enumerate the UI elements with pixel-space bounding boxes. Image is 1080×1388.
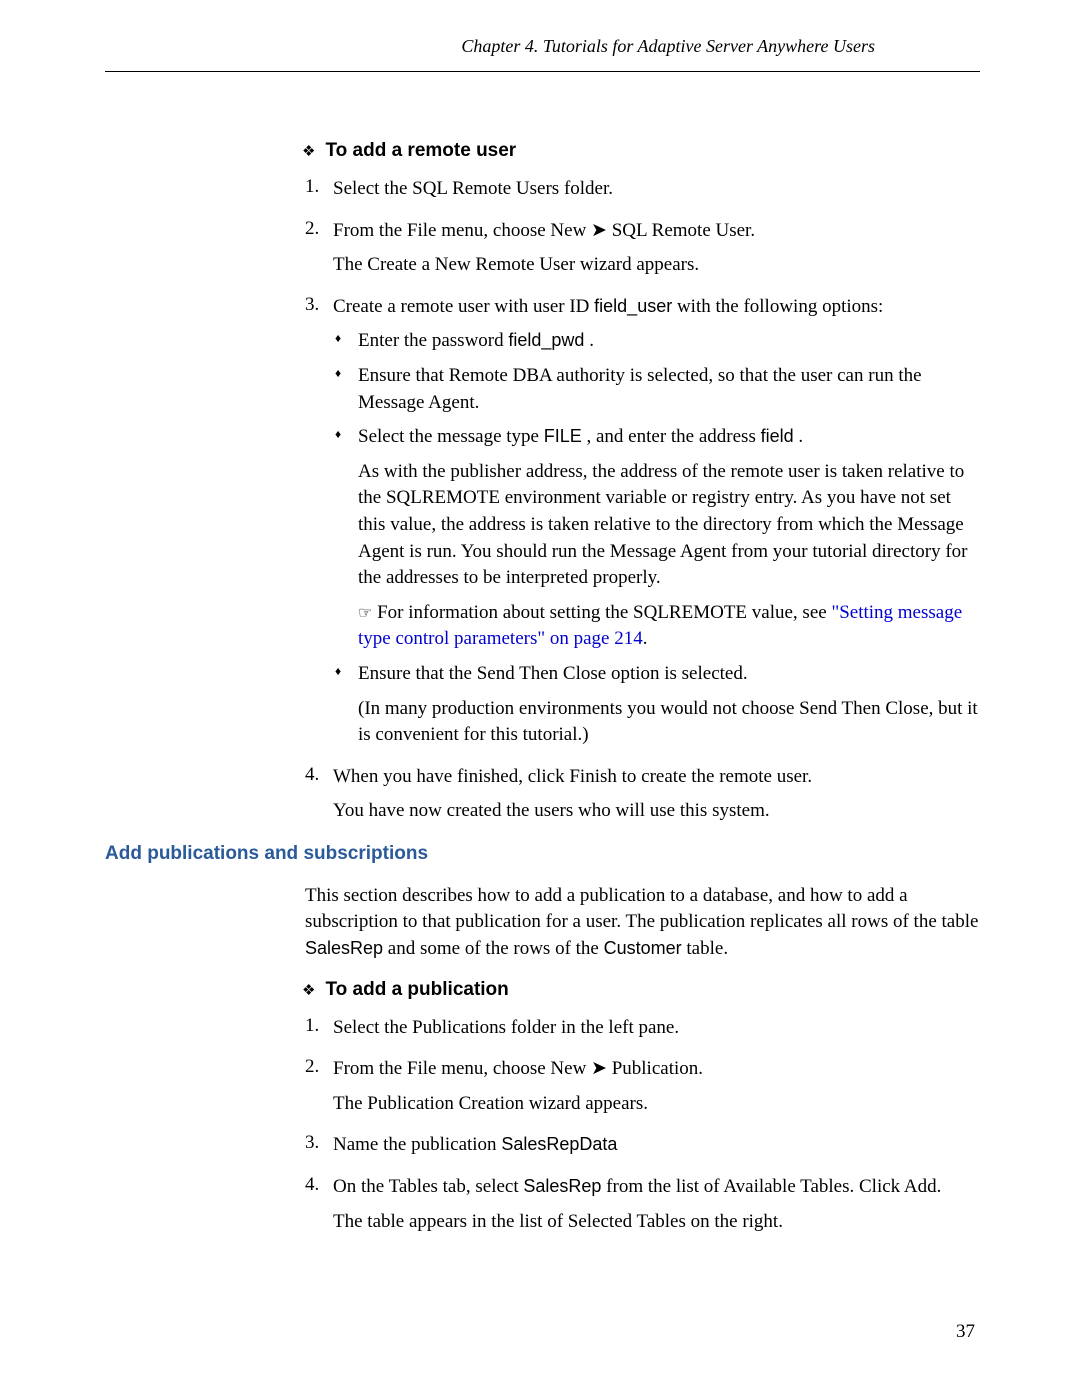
bullet-text: Ensure that the Send Then Close option i… bbox=[358, 661, 980, 688]
code-text: ﬁeld bbox=[761, 426, 794, 446]
list-text: From the File menu, choose New ➤ Publica… bbox=[333, 1056, 980, 1083]
text-span: and some of the rows of the bbox=[383, 938, 604, 959]
list-text: Select the Publications folder in the le… bbox=[333, 1015, 980, 1042]
code-text: Customer bbox=[604, 938, 682, 958]
diamond-bullet-icon: ♦ bbox=[335, 331, 341, 346]
list-subtext: The table appears in the list of Selecte… bbox=[333, 1209, 980, 1236]
ordered-list-2: 1. Select the Publications folder in the… bbox=[305, 1015, 980, 1236]
bullet-text: Enter the password ﬁeld_pwd . bbox=[358, 328, 980, 355]
text-span: Name the publication bbox=[333, 1134, 501, 1155]
list-subtext: The Publication Creation wizard appears. bbox=[333, 1091, 980, 1118]
text-span: . bbox=[584, 330, 594, 351]
code-text: FILE bbox=[544, 426, 582, 446]
page-number: 37 bbox=[956, 1321, 975, 1343]
bullet-item: ♦ Select the message type FILE , and ent… bbox=[358, 424, 980, 653]
list-number: 1. bbox=[305, 176, 319, 198]
diamond-icon: ❖ bbox=[302, 981, 315, 999]
text-span: Enter the password bbox=[358, 330, 508, 351]
text-span: , and enter the address bbox=[582, 426, 761, 447]
sub-bullet-list: ♦ Enter the password ﬁeld_pwd . ♦ Ensure… bbox=[333, 328, 980, 748]
section-title-1: ❖ To add a remote user bbox=[302, 140, 980, 162]
list-text: Select the SQL Remote Users folder. bbox=[333, 176, 980, 203]
bullet-item: ♦ Ensure that the Send Then Close option… bbox=[358, 661, 980, 749]
page-header: Chapter 4. Tutorials for Adaptive Server… bbox=[105, 0, 980, 72]
diamond-icon: ❖ bbox=[302, 142, 315, 160]
code-text: SalesRep bbox=[523, 1176, 601, 1196]
subsection-heading: Add publications and subscriptions bbox=[105, 843, 980, 865]
list-number: 1. bbox=[305, 1015, 319, 1037]
list-subtext: The Create a New Remote User wizard appe… bbox=[333, 252, 980, 279]
info-line: ☞ For information about setting the SQLR… bbox=[358, 600, 980, 653]
list-item: 3. Name the publication SalesRepData bbox=[333, 1132, 980, 1159]
list-number: 2. bbox=[305, 1056, 319, 1078]
text-span: . bbox=[643, 628, 648, 649]
list-item: 1. Select the Publications folder in the… bbox=[333, 1015, 980, 1042]
text-span: table. bbox=[682, 938, 728, 959]
list-text: From the File menu, choose New ➤ SQL Rem… bbox=[333, 218, 980, 245]
list-item: 3. Create a remote user with user ID ﬁel… bbox=[333, 294, 980, 749]
list-number: 4. bbox=[305, 1174, 319, 1196]
list-text: On the Tables tab, select SalesRep from … bbox=[333, 1174, 980, 1201]
list-text: Name the publication SalesRepData bbox=[333, 1132, 980, 1159]
list-number: 3. bbox=[305, 1132, 319, 1154]
list-text: When you have finished, click Finish to … bbox=[333, 764, 980, 791]
bullet-paragraph: (In many production environments you wou… bbox=[358, 696, 980, 749]
list-subtext: You have now created the users who will … bbox=[333, 798, 980, 825]
code-text: SalesRepData bbox=[501, 1134, 617, 1154]
code-text: ﬁeld_user bbox=[594, 296, 672, 316]
list-number: 4. bbox=[305, 764, 319, 786]
text-span: This section describes how to add a publ… bbox=[305, 885, 978, 933]
list-item: 4. On the Tables tab, select SalesRep fr… bbox=[333, 1174, 980, 1235]
ordered-list-1: 1. Select the SQL Remote Users folder. 2… bbox=[305, 176, 980, 825]
text-span: On the Tables tab, select bbox=[333, 1176, 523, 1197]
code-text: ﬁeld_pwd bbox=[508, 330, 584, 350]
bullet-item: ♦ Ensure that Remote DBA authority is se… bbox=[358, 363, 980, 416]
bullet-paragraph: As with the publisher address, the addre… bbox=[358, 459, 980, 592]
list-item: 4. When you have finished, click Finish … bbox=[333, 764, 980, 825]
diamond-bullet-icon: ♦ bbox=[335, 664, 341, 679]
text-span: For information about setting the SQLREM… bbox=[377, 602, 831, 623]
text-span: Select the message type bbox=[358, 426, 544, 447]
section-2-title-text: To add a publication bbox=[325, 979, 508, 1000]
section-1-title-text: To add a remote user bbox=[325, 140, 516, 161]
section-title-2: ❖ To add a publication bbox=[302, 979, 980, 1001]
text-span: Create a remote user with user ID bbox=[333, 296, 594, 317]
bullet-text: Ensure that Remote DBA authority is sele… bbox=[358, 363, 980, 416]
bullet-text: Select the message type FILE , and enter… bbox=[358, 424, 980, 451]
list-text: Create a remote user with user ID ﬁeld_u… bbox=[333, 294, 980, 321]
text-span: . bbox=[794, 426, 804, 447]
pointing-hand-icon: ☞ bbox=[358, 603, 372, 625]
list-number: 2. bbox=[305, 218, 319, 240]
code-text: SalesRep bbox=[305, 938, 383, 958]
list-item: 1. Select the SQL Remote Users folder. bbox=[333, 176, 980, 203]
main-content: ❖ To add a remote user 1. Select the SQL … bbox=[0, 72, 1080, 1235]
diamond-bullet-icon: ♦ bbox=[335, 366, 341, 381]
text-span: from the list of Available Tables. Click… bbox=[601, 1176, 941, 1197]
list-item: 2. From the File menu, choose New ➤ Publ… bbox=[333, 1056, 980, 1117]
bullet-item: ♦ Enter the password ﬁeld_pwd . bbox=[358, 328, 980, 355]
diamond-bullet-icon: ♦ bbox=[335, 427, 341, 442]
list-number: 3. bbox=[305, 294, 319, 316]
body-paragraph: This section describes how to add a publ… bbox=[305, 883, 980, 963]
text-span: with the following options: bbox=[672, 296, 883, 317]
list-item: 2. From the File menu, choose New ➤ SQL … bbox=[333, 218, 980, 279]
